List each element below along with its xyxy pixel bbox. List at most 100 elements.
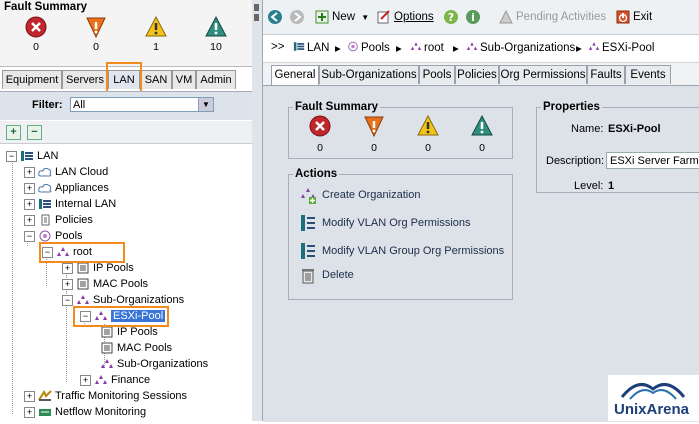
modify-vlan-group-org-permissions-action[interactable]: Modify VLAN Group Org Permissions [299, 240, 504, 262]
org-icon [466, 42, 478, 50]
back-arrow-icon[interactable] [267, 9, 283, 25]
collapse-toggle-icon[interactable]: − [24, 230, 35, 242]
description-field[interactable]: ESXi Server Farm [606, 152, 699, 169]
main-toolbar: New ▼ Options ? i Pending Activities Exi… [263, 0, 699, 35]
minor-fault[interactable]: 0 [413, 114, 443, 154]
expand-toggle-icon[interactable]: + [80, 374, 91, 386]
expand-toggle-icon[interactable]: + [62, 262, 73, 274]
netflow-icon [39, 409, 51, 417]
create-org-icon [301, 188, 316, 205]
general-tab-content: Fault Summary 0 0 0 0 Actions Create Org… [263, 85, 699, 422]
description-label: Description: [546, 155, 605, 167]
tree-node-policies[interactable]: + Policies [24, 212, 93, 228]
org-icon [95, 375, 107, 385]
org-icon [410, 42, 422, 50]
collapse-all-button[interactable]: − [27, 125, 42, 140]
filter-bar: Filter: All ▼ [0, 91, 252, 120]
warning-fault[interactable]: 0 [467, 114, 497, 154]
tab-servers[interactable]: Servers [62, 70, 108, 89]
delete-action[interactable]: Delete [299, 264, 354, 286]
expand-all-button[interactable]: + [6, 125, 21, 140]
critical-fault[interactable]: 0 [305, 115, 335, 154]
expand-toggle-icon[interactable]: + [24, 390, 35, 402]
modify-vlan-org-permissions-action[interactable]: Modify VLAN Org Permissions [299, 212, 471, 234]
pane-splitter[interactable] [252, 0, 263, 421]
breadcrumb-root[interactable]: root [410, 41, 444, 54]
esxi-pool-node-highlight [73, 306, 169, 327]
major-fault[interactable]: 0 [359, 115, 389, 154]
collapse-left-icon[interactable] [254, 4, 259, 11]
critical-fault-icon [309, 115, 331, 137]
minor-fault-icon [145, 16, 167, 37]
tree-node-internal-lan[interactable]: + Internal LAN [24, 196, 116, 212]
expand-toggle-icon[interactable]: + [24, 166, 35, 178]
breadcrumb-separator: ▸ [453, 43, 459, 55]
tree-node-netflow-monitoring[interactable]: + Netflow Monitoring [24, 404, 146, 420]
tab-sub-organizations[interactable]: Sub-Organizations [319, 65, 419, 84]
tree-node-esxi-mac-pools[interactable]: MAC Pools [100, 340, 172, 356]
create-organization-action[interactable]: Create Organization [299, 184, 420, 206]
tab-general[interactable]: General [271, 65, 319, 85]
pending-activities-button[interactable]: Pending Activities [499, 9, 606, 25]
tab-equipment[interactable]: Equipment [2, 70, 62, 89]
tab-admin[interactable]: Admin [196, 70, 236, 89]
breadcrumb: >> LAN ▸ Pools ▸ root ▸ Sub-Organization… [263, 36, 699, 63]
major-count: 0 [93, 41, 99, 53]
mac-pool-icon [101, 342, 113, 354]
expand-toggle-icon[interactable]: + [24, 198, 35, 210]
tree-node-mac-pools[interactable]: + MAC Pools [62, 276, 148, 292]
new-button[interactable]: New ▼ [315, 9, 369, 25]
expand-right-icon[interactable] [254, 14, 259, 21]
tab-org-permissions[interactable]: Org Permissions [499, 65, 587, 84]
tree-node-traffic-monitoring[interactable]: + Traffic Monitoring Sessions [24, 388, 187, 404]
warning-count: 10 [210, 41, 222, 53]
major-fault-icon [364, 116, 384, 138]
tab-events[interactable]: Events [625, 65, 671, 84]
critical-fault[interactable]: 0 [16, 16, 56, 53]
filter-select[interactable]: All ▼ [70, 97, 214, 112]
minor-fault[interactable]: 1 [136, 16, 176, 53]
breadcrumb-sub-organizations[interactable]: Sub-Organizations [466, 41, 575, 54]
name-label: Name: [571, 123, 604, 135]
org-icon [101, 359, 113, 369]
vlan-group-icon [301, 243, 315, 260]
root-node-highlight [39, 242, 125, 263]
expand-toggle-icon[interactable]: + [24, 214, 35, 226]
filter-label: Filter: [32, 99, 63, 111]
options-button[interactable]: Options [377, 9, 434, 25]
breadcrumb-lan[interactable]: LAN [293, 41, 329, 54]
expand-toggle-icon[interactable]: + [62, 278, 73, 290]
tab-policies[interactable]: Policies [455, 65, 499, 84]
tree-node-lan-cloud[interactable]: + LAN Cloud [24, 164, 108, 180]
exit-button[interactable]: Exit [616, 9, 652, 25]
forward-arrow-icon[interactable] [289, 9, 305, 25]
fault-summary-group: Fault Summary 0 0 0 0 [288, 101, 513, 159]
collapse-toggle-icon[interactable]: − [62, 294, 73, 306]
tree-node-finance[interactable]: + Finance [80, 372, 150, 388]
tree-node-lan[interactable]: − LAN [6, 148, 58, 164]
pending-activities-icon [499, 9, 513, 24]
options-icon [377, 10, 390, 24]
major-fault[interactable]: 0 [76, 16, 116, 53]
filter-value: All [73, 99, 86, 111]
properties-heading: Properties [543, 101, 600, 113]
tab-san[interactable]: SAN [140, 70, 172, 89]
tab-vm[interactable]: VM [172, 70, 196, 89]
cloud-icon [38, 183, 52, 193]
breadcrumb-esxi-pool[interactable]: ESXi-Pool [588, 41, 654, 54]
expand-toggle-icon[interactable]: + [24, 182, 35, 194]
warning-fault[interactable]: 10 [196, 16, 236, 53]
expand-toggle-icon[interactable]: + [24, 406, 35, 418]
tree-node-appliances[interactable]: + Appliances [24, 180, 109, 196]
tree-node-esxi-sub-organizations[interactable]: Sub-Organizations [100, 356, 208, 372]
content-tabs: General Sub-Organizations Pools Policies… [263, 63, 699, 85]
tab-pools[interactable]: Pools [419, 65, 455, 84]
breadcrumb-prefix: >> [271, 41, 285, 53]
help-icon[interactable]: ? [443, 9, 459, 25]
fault-summary-title: Fault Summary [4, 1, 88, 13]
collapse-toggle-icon[interactable]: − [6, 150, 17, 162]
warning-fault-icon [471, 114, 493, 136]
breadcrumb-pools[interactable]: Pools [347, 41, 390, 54]
tab-faults[interactable]: Faults [587, 65, 625, 84]
info-icon[interactable]: i [465, 9, 481, 25]
